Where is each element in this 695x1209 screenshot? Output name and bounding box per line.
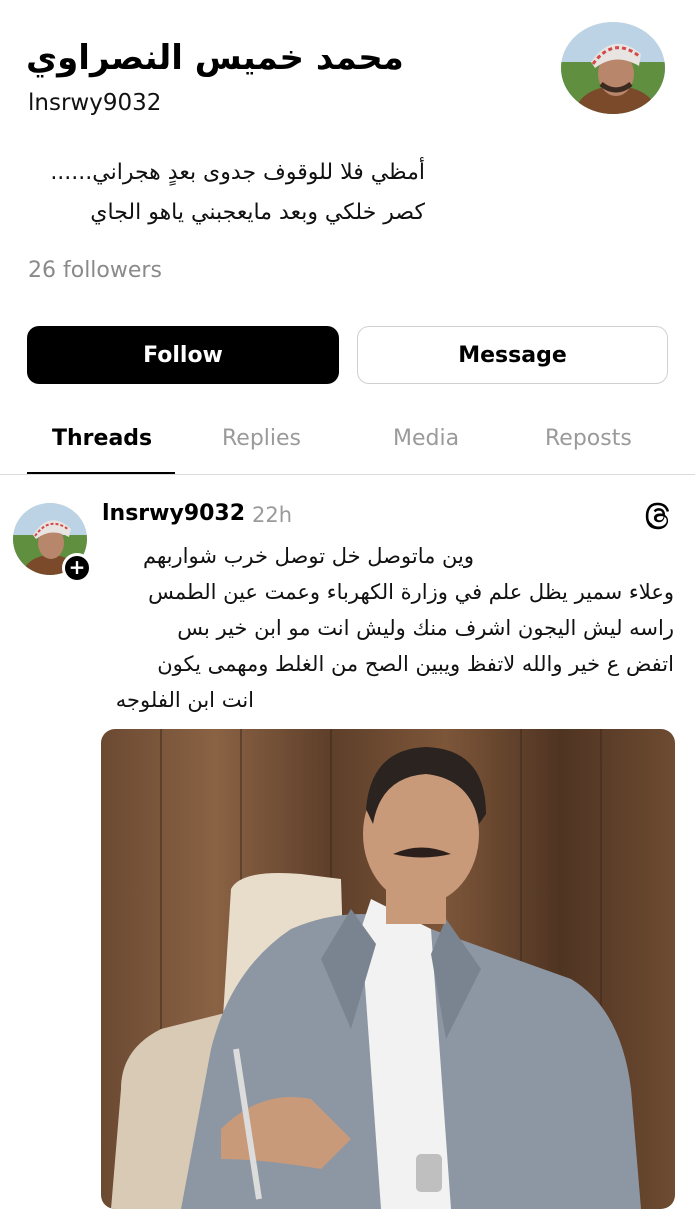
post-text-line: انت ابن الفلوجه <box>115 688 254 712</box>
tab-replies[interactable]: Replies <box>222 426 301 451</box>
post-image[interactable] <box>101 729 675 1209</box>
post-text-line: وعلاء سمير يظل علم في وزارة الكهرباء وعم… <box>148 580 674 604</box>
profile-avatar[interactable] <box>561 22 665 114</box>
tab-reposts[interactable]: Reposts <box>545 426 632 451</box>
profile-bio: أمظي فلا للوقوف جدوى بعدٍ هجراني...... ك… <box>5 153 425 233</box>
follow-button[interactable]: Follow <box>27 326 339 384</box>
post-author[interactable]: lnsrwy9032 <box>102 501 245 526</box>
followers-count[interactable]: 26 followers <box>28 258 162 283</box>
message-button[interactable]: Message <box>357 326 668 384</box>
tab-media[interactable]: Media <box>393 426 459 451</box>
profile-tabs: Threads Replies Media Reposts <box>0 410 695 475</box>
threads-logo-icon <box>644 501 674 531</box>
post-text-line: اتفض ع خير والله لاتفظ ويبين الصح من الغ… <box>157 652 674 676</box>
bio-line: كصر خلكي وبعد مايعجبني ياهو الجاي <box>90 200 425 225</box>
bio-line: أمظي فلا للوقوف جدوى بعدٍ هجراني...... <box>50 160 425 185</box>
post-text-line: وين ماتوصل خل توصل خرب شواربهم <box>143 544 474 568</box>
active-tab-indicator <box>27 472 175 474</box>
post-text-line: راسه ليش اليجون اشرف منك وليش انت مو ابن… <box>177 616 674 640</box>
tab-threads[interactable]: Threads <box>52 426 152 451</box>
profile-handle: lnsrwy9032 <box>28 90 162 116</box>
post-text: وين ماتوصل خل توصل خرب شواربهم وعلاء سمي… <box>100 538 674 718</box>
profile-name: محمد خميس النصراوي <box>26 38 404 78</box>
follow-plus-icon[interactable]: + <box>62 553 92 583</box>
post-timestamp: 22h <box>252 503 293 527</box>
